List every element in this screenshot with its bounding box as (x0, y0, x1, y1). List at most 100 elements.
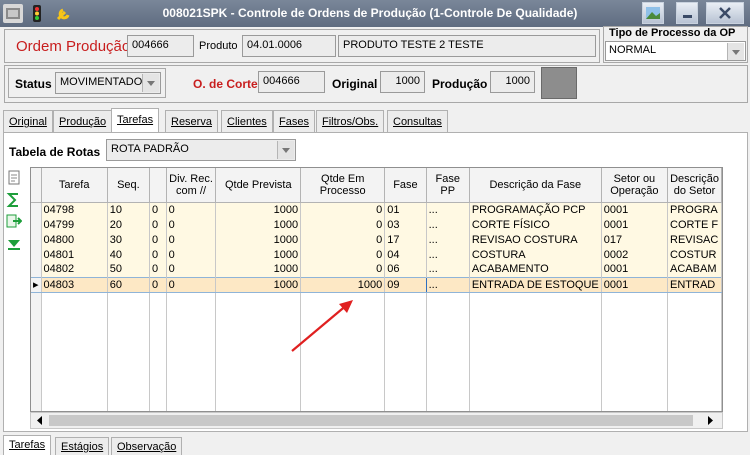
table-cell[interactable]: 06 (384, 262, 427, 277)
row-indicator[interactable]: ▸ (31, 276, 42, 293)
table-cell[interactable]: 1000 (215, 262, 302, 277)
row-indicator[interactable] (31, 247, 42, 262)
bottom-tab-observacao[interactable]: Observação (111, 437, 183, 455)
producao-field[interactable]: 1000 (490, 71, 535, 93)
table-cell[interactable]: 0002 (601, 247, 669, 262)
table-cell[interactable]: REVISAO COSTURA (469, 232, 602, 247)
tab-consultas[interactable]: Consultas (387, 110, 448, 132)
table-cell[interactable]: 10 (107, 202, 150, 217)
col-header[interactable]: Div. Rec. com // (166, 168, 217, 203)
col-header[interactable]: Setor ou Operação (601, 168, 669, 203)
table-cell[interactable]: REVISAC (667, 232, 722, 247)
table-cell[interactable]: 0001 (601, 262, 669, 277)
table-cell[interactable]: ENTRADA DE ESTOQUE (469, 276, 602, 293)
table-cell[interactable]: 0 (166, 232, 217, 247)
table-cell[interactable]: 03 (384, 217, 427, 232)
table-cell[interactable]: CORTE FÍSICO (469, 217, 602, 232)
table-cell[interactable]: ... (426, 262, 470, 277)
col-header[interactable]: Qtde Em Processo (300, 168, 386, 203)
table-cell[interactable]: COSTUR (667, 247, 722, 262)
table-cell[interactable]: 0 (149, 262, 167, 277)
close-button[interactable] (706, 2, 744, 24)
original-field[interactable]: 1000 (380, 71, 425, 93)
tab-original[interactable]: Original (3, 110, 53, 132)
chevron-down-icon[interactable] (277, 141, 294, 159)
row-indicator[interactable] (31, 217, 42, 232)
table-cell[interactable]: 0 (149, 232, 167, 247)
table-cell[interactable]: ... (426, 217, 470, 232)
table-cell[interactable]: 50 (107, 262, 150, 277)
col-header[interactable]: Descrição do Setor (667, 168, 722, 203)
table-cell[interactable]: 0 (149, 247, 167, 262)
tab-fases[interactable]: Fases (273, 110, 315, 132)
table-cell[interactable]: 40 (107, 247, 150, 262)
table-row[interactable]: 04798 10 0 0 1000 0 01... PROGRAMAÇÃO PCP 0001 PR… (31, 202, 722, 217)
table-cell[interactable]: 0 (300, 217, 386, 232)
table-cell[interactable]: 04801 (41, 247, 108, 262)
chevron-down-icon[interactable] (727, 43, 744, 60)
table-cell[interactable]: 0 (300, 247, 386, 262)
table-cell[interactable]: ENTRAD (667, 276, 722, 293)
row-indicator[interactable] (31, 202, 42, 217)
col-header[interactable]: Descrição da Fase (469, 168, 602, 203)
table-cell[interactable]: 1000 (215, 217, 302, 232)
table-cell[interactable]: 0 (166, 202, 217, 217)
tab-reserva[interactable]: Reserva (165, 110, 218, 132)
status-select[interactable]: MOVIMENTADO (55, 72, 161, 94)
table-cell[interactable]: 0 (149, 202, 167, 217)
table-cell[interactable]: 1000 (215, 276, 302, 293)
scroll-right-icon[interactable] (703, 414, 717, 427)
table-cell[interactable]: ACABAMENTO (469, 262, 602, 277)
col-header[interactable]: Qtde Prevista (215, 168, 302, 203)
export-icon[interactable] (6, 213, 23, 229)
table-cell[interactable]: 09 (384, 276, 427, 293)
table-cell[interactable]: 60 (107, 276, 150, 293)
table-cell[interactable]: 04799 (41, 217, 108, 232)
table-row[interactable]: 04800 30 0 0 1000 0 17... REVISAO COSTURA 017 REV… (31, 232, 722, 247)
table-cell[interactable]: 0001 (601, 276, 669, 293)
table-row[interactable]: 04799 20 0 0 1000 0 03... CORTE FÍSICO 0001 CORTE… (31, 217, 722, 232)
scroll-thumb[interactable] (49, 415, 693, 426)
image-icon[interactable] (642, 2, 664, 24)
table-cell[interactable]: COSTURA (469, 247, 602, 262)
tab-clientes[interactable]: Clientes (221, 110, 273, 132)
tab-producao[interactable]: Produção (53, 110, 113, 132)
table-cell[interactable]: 30 (107, 232, 150, 247)
table-cell[interactable]: 0 (149, 217, 167, 232)
tasks-grid[interactable]: Tarefa Seq. Div. Rec. com // Qtde Previs… (30, 167, 723, 412)
table-cell[interactable]: 0 (300, 262, 386, 277)
table-row[interactable]: 04801 40 0 0 1000 0 04... COSTURA 0002 COSTUR (31, 247, 722, 262)
table-cell[interactable]: 0 (300, 232, 386, 247)
table-cell[interactable]: 20 (107, 217, 150, 232)
wrench-icon[interactable] (54, 4, 74, 23)
tab-filtros[interactable]: Filtros/Obs. (316, 110, 385, 132)
traffic-light-icon[interactable] (27, 4, 47, 23)
table-cell[interactable]: ... (426, 202, 470, 217)
table-row[interactable]: ▸ 04803 60 0 0 1000 1000 09... ENTRADA DE ESTOQU… (31, 276, 722, 293)
corte-field[interactable]: 004666 (258, 71, 325, 93)
table-cell[interactable]: 0 (166, 217, 217, 232)
row-indicator[interactable] (31, 232, 42, 247)
table-cell[interactable]: 0 (300, 202, 386, 217)
ordem-field[interactable]: 004666 (127, 35, 194, 57)
bottom-tab-tarefas[interactable]: Tarefas (3, 435, 52, 455)
table-cell[interactable]: 04802 (41, 262, 108, 277)
sum-icon[interactable] (6, 192, 22, 208)
col-header[interactable]: Seq. (107, 168, 150, 203)
table-row[interactable]: 04802 50 0 0 1000 0 06... ACABAMENTO 0001 ACABAM (31, 262, 722, 277)
table-cell[interactable]: 1000 (215, 202, 302, 217)
table-cell[interactable]: PROGRAMAÇÃO PCP (469, 202, 602, 217)
horizontal-scrollbar[interactable] (30, 412, 723, 429)
table-cell[interactable]: 0 (166, 262, 217, 277)
bottom-tab-estagios[interactable]: Estágios (55, 437, 110, 455)
produto-desc-field[interactable]: PRODUTO TESTE 2 TESTE (338, 35, 596, 57)
col-header[interactable]: Tarefa (41, 168, 108, 203)
table-cell[interactable]: 04798 (41, 202, 108, 217)
rotas-select[interactable]: ROTA PADRÃO (106, 139, 296, 161)
minimize-button[interactable] (676, 2, 698, 24)
table-cell[interactable]: 1000 (300, 276, 386, 293)
table-cell[interactable]: 0 (166, 247, 217, 262)
table-cell[interactable]: 04800 (41, 232, 108, 247)
scroll-left-icon[interactable] (33, 414, 47, 427)
table-cell[interactable]: 17 (384, 232, 427, 247)
